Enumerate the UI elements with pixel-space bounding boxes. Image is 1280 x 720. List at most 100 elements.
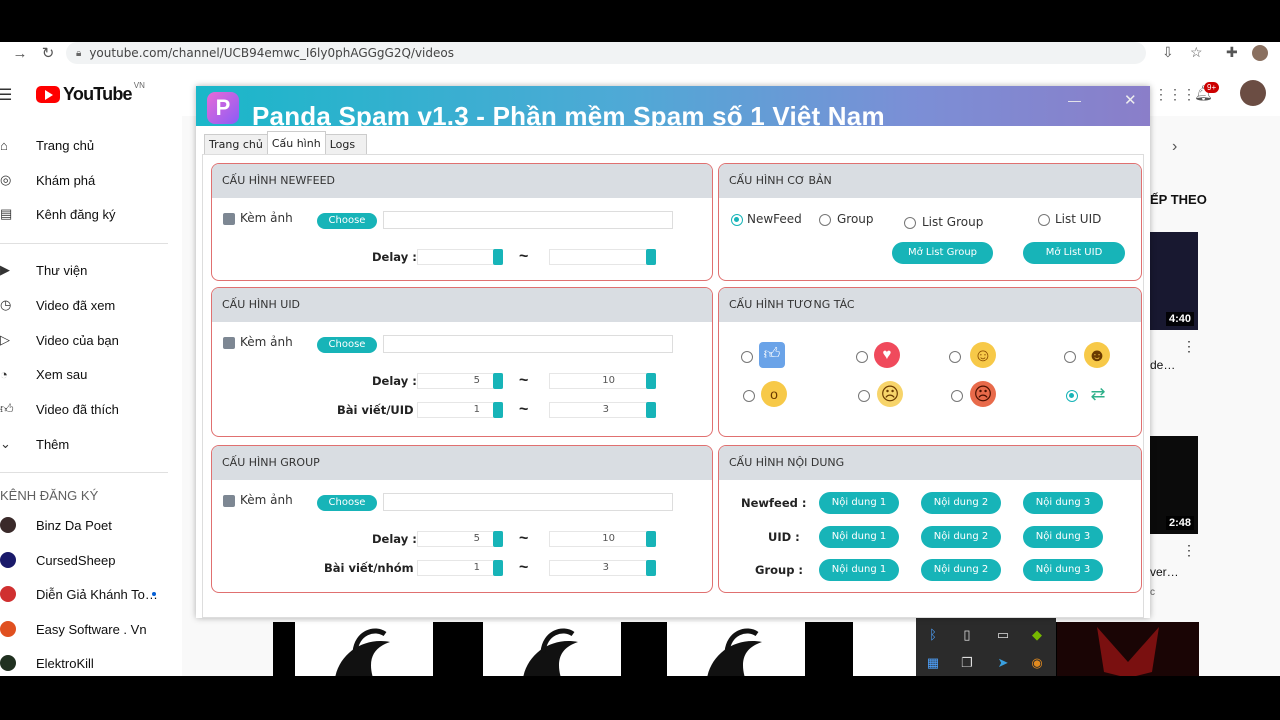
spinner-button[interactable] xyxy=(646,249,656,265)
sidebar-item-explore[interactable]: ◎ Khám phá xyxy=(0,165,95,195)
delay-to-spinner[interactable] xyxy=(549,249,656,265)
choose-image-button[interactable]: Choose xyxy=(317,495,377,511)
open-list-uid-button[interactable]: Mở List UID xyxy=(1023,242,1125,264)
radio-reaction-angry[interactable] xyxy=(951,390,963,402)
row-label-uid: UID : xyxy=(768,530,800,544)
open-list-group-button[interactable]: Mở List Group xyxy=(892,242,993,264)
radio-reaction-haha[interactable] xyxy=(1064,351,1076,363)
close-icon[interactable]: ✕ xyxy=(1124,91,1137,109)
bookmark-star-icon[interactable]: ☆ xyxy=(1190,44,1203,61)
attach-image-checkbox[interactable] xyxy=(223,213,235,225)
attach-image-checkbox[interactable] xyxy=(223,495,235,507)
newfeed-content-3-button[interactable]: Nội dung 3 xyxy=(1023,492,1103,514)
video-thumbnail[interactable] xyxy=(667,622,805,676)
spinner-button[interactable] xyxy=(646,373,656,389)
install-icon[interactable]: ⇩ xyxy=(1162,44,1174,61)
uid-content-3-button[interactable]: Nội dung 3 xyxy=(1023,526,1103,548)
uid-config-panel: CẤU HÌNH UID Kèm ảnh Choose Delay : 5 ~ … xyxy=(211,287,713,437)
region-code: VN xyxy=(133,81,145,90)
image-path-input[interactable] xyxy=(383,335,673,353)
radio-reaction-sad[interactable] xyxy=(858,390,870,402)
group-content-2-button[interactable]: Nội dung 2 xyxy=(921,559,1001,581)
usb-icon[interactable]: ▯ xyxy=(958,627,976,643)
extensions-icon[interactable]: ✚ xyxy=(1226,44,1238,61)
windows-icon[interactable]: ❐ xyxy=(958,655,976,671)
choose-image-button[interactable]: Choose xyxy=(317,337,377,353)
spinner-button[interactable] xyxy=(493,560,503,576)
newfeed-content-2-button[interactable]: Nội dung 2 xyxy=(921,492,1001,514)
uid-content-1-button[interactable]: Nội dung 1 xyxy=(819,526,899,548)
app-tray-icon[interactable]: ◉ xyxy=(1028,655,1046,671)
posts-from-spinner[interactable]: 1 xyxy=(417,402,503,418)
menu-icon[interactable]: ☰ xyxy=(0,85,12,105)
newfeed-content-1-button[interactable]: Nội dung 1 xyxy=(819,492,899,514)
radio-group[interactable] xyxy=(819,214,831,226)
posts-to-spinner[interactable]: 3 xyxy=(549,402,656,418)
video-thumbnail[interactable] xyxy=(295,622,433,676)
more-icon[interactable]: ⋮ xyxy=(1182,338,1196,355)
sidebar-item-your-videos[interactable]: ▷ Video của bạn xyxy=(0,325,119,355)
reload-icon[interactable]: ↻ xyxy=(38,44,58,62)
video-thumbnail[interactable]: 4:40 xyxy=(1150,232,1198,330)
radio-reaction-love[interactable] xyxy=(856,351,868,363)
bluetooth-icon[interactable]: ᛒ xyxy=(924,627,942,642)
nvidia-icon[interactable]: ◆ xyxy=(1028,627,1046,643)
more-icon[interactable]: ⋮ xyxy=(1182,542,1196,559)
sidebar-item-library[interactable]: ▶ Thư viện xyxy=(0,255,87,285)
image-path-input[interactable] xyxy=(383,211,673,229)
monitor-icon[interactable]: ▭ xyxy=(994,627,1012,643)
video-title[interactable]: de… xyxy=(1150,358,1175,372)
sidebar-item-history[interactable]: ◷ Video đã xem xyxy=(0,290,115,320)
tab-home[interactable]: Trang chủ xyxy=(204,134,268,154)
video-thumbnail[interactable] xyxy=(1057,622,1199,676)
radio-reaction-like[interactable] xyxy=(741,351,753,363)
apps-icon[interactable]: ⋮⋮⋮ xyxy=(1154,86,1196,103)
minimize-icon[interactable]: — xyxy=(1068,93,1081,108)
spinner-button[interactable] xyxy=(493,373,503,389)
user-avatar[interactable] xyxy=(1240,80,1266,106)
radio-reaction-wow[interactable] xyxy=(743,390,755,402)
choose-image-button[interactable]: Choose xyxy=(317,213,377,229)
delay-from-spinner[interactable] xyxy=(417,249,503,265)
spinner-button[interactable] xyxy=(646,560,656,576)
radio-reaction-care[interactable] xyxy=(949,351,961,363)
posts-from-spinner[interactable]: 1 xyxy=(417,560,503,576)
youtube-logo[interactable]: YouTube VN xyxy=(36,81,145,105)
spinner-button[interactable] xyxy=(493,402,503,418)
spinner-button[interactable] xyxy=(646,402,656,418)
video-thumbnail[interactable] xyxy=(853,622,923,676)
sidebar-item-more[interactable]: ⌄ Thêm xyxy=(0,429,69,459)
telegram-icon[interactable]: ➤ xyxy=(994,655,1012,671)
forward-icon[interactable]: → xyxy=(10,45,30,62)
tab-logs[interactable]: Logs xyxy=(324,134,367,154)
chevron-right-icon[interactable]: › xyxy=(1172,138,1177,156)
uid-content-2-button[interactable]: Nội dung 2 xyxy=(921,526,1001,548)
radio-list-group[interactable] xyxy=(904,217,916,229)
spinner-button[interactable] xyxy=(493,531,503,547)
posts-to-spinner[interactable]: 3 xyxy=(549,560,656,576)
delay-to-spinner[interactable]: 10 xyxy=(549,531,656,547)
delay-from-spinner[interactable]: 5 xyxy=(417,531,503,547)
delay-from-spinner[interactable]: 5 xyxy=(417,373,503,389)
video-title[interactable]: ver… xyxy=(1150,565,1179,579)
attach-image-checkbox[interactable] xyxy=(223,337,235,349)
sidebar-item-watch-later[interactable]: ◔ Xem sau xyxy=(0,359,87,389)
spinner-button[interactable] xyxy=(493,249,503,265)
tab-config[interactable]: Cấu hình xyxy=(266,131,326,154)
video-thumbnail[interactable]: 2:48 xyxy=(1150,436,1198,534)
sidebar-item-home[interactable]: ⌂ Trang chủ xyxy=(0,130,94,160)
sidebar-item-subscriptions[interactable]: ▤ Kênh đăng ký xyxy=(0,199,116,229)
group-content-3-button[interactable]: Nội dung 3 xyxy=(1023,559,1103,581)
spinner-button[interactable] xyxy=(646,531,656,547)
address-bar[interactable]: 🔒︎ youtube.com/channel/UCB94emwc_I6ly0ph… xyxy=(66,42,1146,64)
radio-reaction-random[interactable] xyxy=(1066,390,1078,402)
audio-icon[interactable]: ▦ xyxy=(924,655,942,671)
group-content-1-button[interactable]: Nội dung 1 xyxy=(819,559,899,581)
delay-to-spinner[interactable]: 10 xyxy=(549,373,656,389)
image-path-input[interactable] xyxy=(383,493,673,511)
video-thumbnail[interactable] xyxy=(483,622,621,676)
radio-list-uid[interactable] xyxy=(1038,214,1050,226)
profile-avatar[interactable] xyxy=(1252,45,1268,61)
sidebar-item-liked[interactable]: 👍︎ Video đã thích xyxy=(0,394,119,424)
radio-newfeed[interactable] xyxy=(731,214,743,226)
